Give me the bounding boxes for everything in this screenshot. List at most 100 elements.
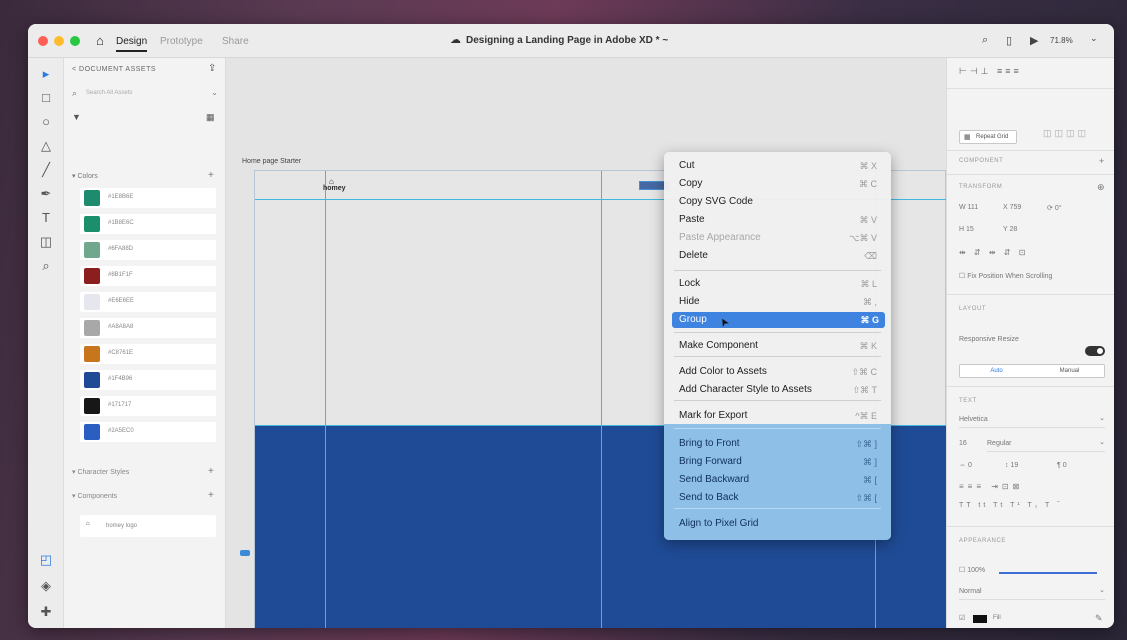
eyedropper-icon[interactable]: ✎: [1095, 613, 1103, 624]
menu-item-hide[interactable]: Hide ⌘ ,: [664, 294, 891, 310]
responsive-resize-toggle[interactable]: [1085, 346, 1105, 356]
add-color-button[interactable]: +: [208, 170, 214, 181]
assets-panel-icon[interactable]: ◰: [38, 552, 54, 568]
font-size-field[interactable]: 16: [959, 440, 967, 447]
menu-item-delete[interactable]: Delete ⌫: [664, 248, 891, 264]
layers-icon[interactable]: ◈: [38, 578, 54, 594]
text-tool-icon[interactable]: T: [38, 210, 54, 226]
char-spacing-field[interactable]: ⇔ 0: [959, 462, 972, 469]
document-title[interactable]: Designing a Landing Page in Adobe XD * ~: [466, 35, 668, 46]
mobile-preview-icon[interactable]: ▯: [1006, 34, 1012, 47]
select-tool-icon[interactable]: ▸: [38, 66, 54, 82]
menu-item-send-to-back[interactable]: Send to Back ⇧⌘ [: [664, 490, 891, 506]
assets-search[interactable]: ⌕ Search All Assets ⌄: [72, 88, 218, 102]
boolean-ops-icon[interactable]: ◫◫◫◫: [1043, 128, 1089, 139]
plugins-icon[interactable]: ✚: [38, 604, 54, 620]
menu-item-lock[interactable]: Lock ⌘ L: [664, 276, 891, 292]
color-chip: [84, 294, 100, 310]
x-field[interactable]: X 759: [1003, 204, 1021, 211]
text-align-controls-icon[interactable]: ≡≡≡ ⇥⊡⊠: [959, 482, 1023, 491]
resize-mode-segmented[interactable]: Auto Manual: [959, 364, 1105, 378]
ellipse-tool-icon[interactable]: ○: [38, 114, 54, 130]
opacity-slider[interactable]: [999, 572, 1097, 574]
color-swatch-item[interactable]: #A8A8A8: [80, 318, 216, 338]
filter-icon[interactable]: ▼: [72, 112, 81, 122]
rectangle-tool-icon[interactable]: □: [38, 90, 54, 106]
tab-design[interactable]: Design: [116, 36, 148, 52]
menu-item-group[interactable]: Group ⌘ G ➤: [672, 312, 885, 329]
share-assets-icon[interactable]: ⇪: [208, 63, 216, 74]
homey-logo-text[interactable]: homey: [323, 185, 346, 192]
fill-color-swatch[interactable]: [973, 615, 987, 623]
color-swatch-item[interactable]: #C8761E: [80, 344, 216, 364]
font-family-select[interactable]: Helvetica ⌄: [959, 414, 1105, 428]
add-character-style-button[interactable]: +: [208, 466, 214, 477]
artboard-resize-handle[interactable]: [240, 550, 250, 556]
zoom-tool-icon[interactable]: ⌕: [38, 258, 54, 274]
search-icon[interactable]: ⌕: [982, 34, 988, 47]
repeat-grid-button[interactable]: ▦ Repeat Grid: [959, 130, 1017, 144]
components-heading[interactable]: ▾ Components: [72, 492, 117, 500]
colors-section-heading[interactable]: ▾ Colors: [72, 172, 98, 180]
zoom-dropdown-icon[interactable]: ⌄: [1090, 33, 1098, 44]
menu-item-add-character-style-to-assets[interactable]: Add Character Style to Assets ⇧⌘ T: [664, 382, 891, 398]
flip-controls-icon[interactable]: ⇹ ⇵ ⇹ ⇵ ⊡: [959, 248, 1028, 257]
tab-prototype[interactable]: Prototype: [160, 36, 203, 47]
menu-item-align-to-pixel-grid[interactable]: Align to Pixel Grid: [664, 516, 891, 532]
menu-item-bring-to-front[interactable]: Bring to Front ⇧⌘ ]: [664, 436, 891, 452]
play-preview-icon[interactable]: ▶: [1030, 34, 1038, 47]
y-field[interactable]: Y 28: [1003, 226, 1017, 233]
polygon-tool-icon[interactable]: △: [38, 138, 54, 154]
menu-item-send-backward[interactable]: Send Backward ⌘ [: [664, 472, 891, 488]
menu-item-copy-svg-code[interactable]: Copy SVG Code: [664, 194, 891, 210]
line-spacing-field[interactable]: ↕ 19: [1005, 462, 1018, 469]
menu-item-make-component[interactable]: Make Component ⌘ K: [664, 338, 891, 354]
home-icon[interactable]: ⌂: [96, 33, 104, 48]
tab-share[interactable]: Share: [222, 36, 249, 47]
zoom-level[interactable]: 71.8%: [1050, 36, 1073, 45]
close-window-button[interactable]: [38, 36, 48, 46]
menu-item-mark-for-export[interactable]: Mark for Export ^⌘ E: [664, 408, 891, 424]
menu-item-cut[interactable]: Cut ⌘ X: [664, 158, 891, 174]
artboard-tool-icon[interactable]: ◫: [38, 234, 54, 250]
line-spacing-value: 19: [1010, 462, 1019, 469]
color-swatch-item[interactable]: #8B1F1F: [80, 266, 216, 286]
width-field[interactable]: W 111: [959, 204, 978, 211]
color-swatch-item[interactable]: #2A5EC0: [80, 422, 216, 442]
color-swatch-item[interactable]: #E6E6EE: [80, 292, 216, 312]
color-swatch-item[interactable]: #171717: [80, 396, 216, 416]
blend-mode-select[interactable]: Normal ⌄: [959, 586, 1105, 600]
fix-position-checkbox[interactable]: ☐ Fix Position When Scrolling: [959, 272, 1052, 280]
transform-settings-icon[interactable]: ⊕: [1097, 182, 1105, 193]
grid-view-icon[interactable]: ▦: [206, 112, 215, 123]
color-swatch-item[interactable]: #1F4B96: [80, 370, 216, 390]
menu-item-paste[interactable]: Paste ⌘ V: [664, 212, 891, 228]
color-swatch-item[interactable]: #1B8E6C: [80, 214, 216, 234]
color-swatch-item[interactable]: #6FA88D: [80, 240, 216, 260]
paragraph-spacing-field[interactable]: ¶ 0: [1057, 462, 1067, 469]
font-weight-select[interactable]: Regular ⌄: [987, 438, 1105, 452]
height-field[interactable]: H 15: [959, 226, 974, 233]
component-item[interactable]: ⌂ homey logo: [80, 515, 216, 537]
fill-checkbox[interactable]: ☑: [959, 614, 965, 622]
line-tool-icon[interactable]: ╱: [38, 162, 54, 178]
color-swatch-item[interactable]: #1E8B6E: [80, 188, 216, 208]
manual-option[interactable]: Manual: [1033, 365, 1106, 377]
menu-item-add-color-to-assets[interactable]: Add Color to Assets ⇧⌘ C: [664, 364, 891, 380]
artboard-label[interactable]: Home page Starter: [242, 158, 301, 165]
chevron-down-icon: ⌄: [1099, 415, 1105, 422]
pen-tool-icon[interactable]: ✒: [38, 186, 54, 202]
add-component-button[interactable]: +: [208, 490, 214, 501]
add-component-state-button[interactable]: +: [1099, 156, 1104, 166]
character-styles-heading[interactable]: ▾ Character Styles: [72, 468, 129, 476]
rotation-field[interactable]: ⟳ 0°: [1047, 204, 1062, 212]
text-transform-controls-icon[interactable]: TT tt Tt T¹ T₁ T ‾: [959, 502, 1062, 509]
assets-heading[interactable]: < DOCUMENT ASSETS: [72, 66, 156, 73]
menu-item-bring-forward[interactable]: Bring Forward ⌘ ]: [664, 454, 891, 470]
align-controls-icon[interactable]: ⊢⊣⊥ ≡≡≡: [959, 66, 1022, 77]
minimize-window-button[interactable]: [54, 36, 64, 46]
menu-item-copy[interactable]: Copy ⌘ C: [664, 176, 891, 192]
auto-option[interactable]: Auto: [960, 365, 1033, 377]
maximize-window-button[interactable]: [70, 36, 80, 46]
opacity-field[interactable]: ☐ 100%: [959, 566, 985, 574]
